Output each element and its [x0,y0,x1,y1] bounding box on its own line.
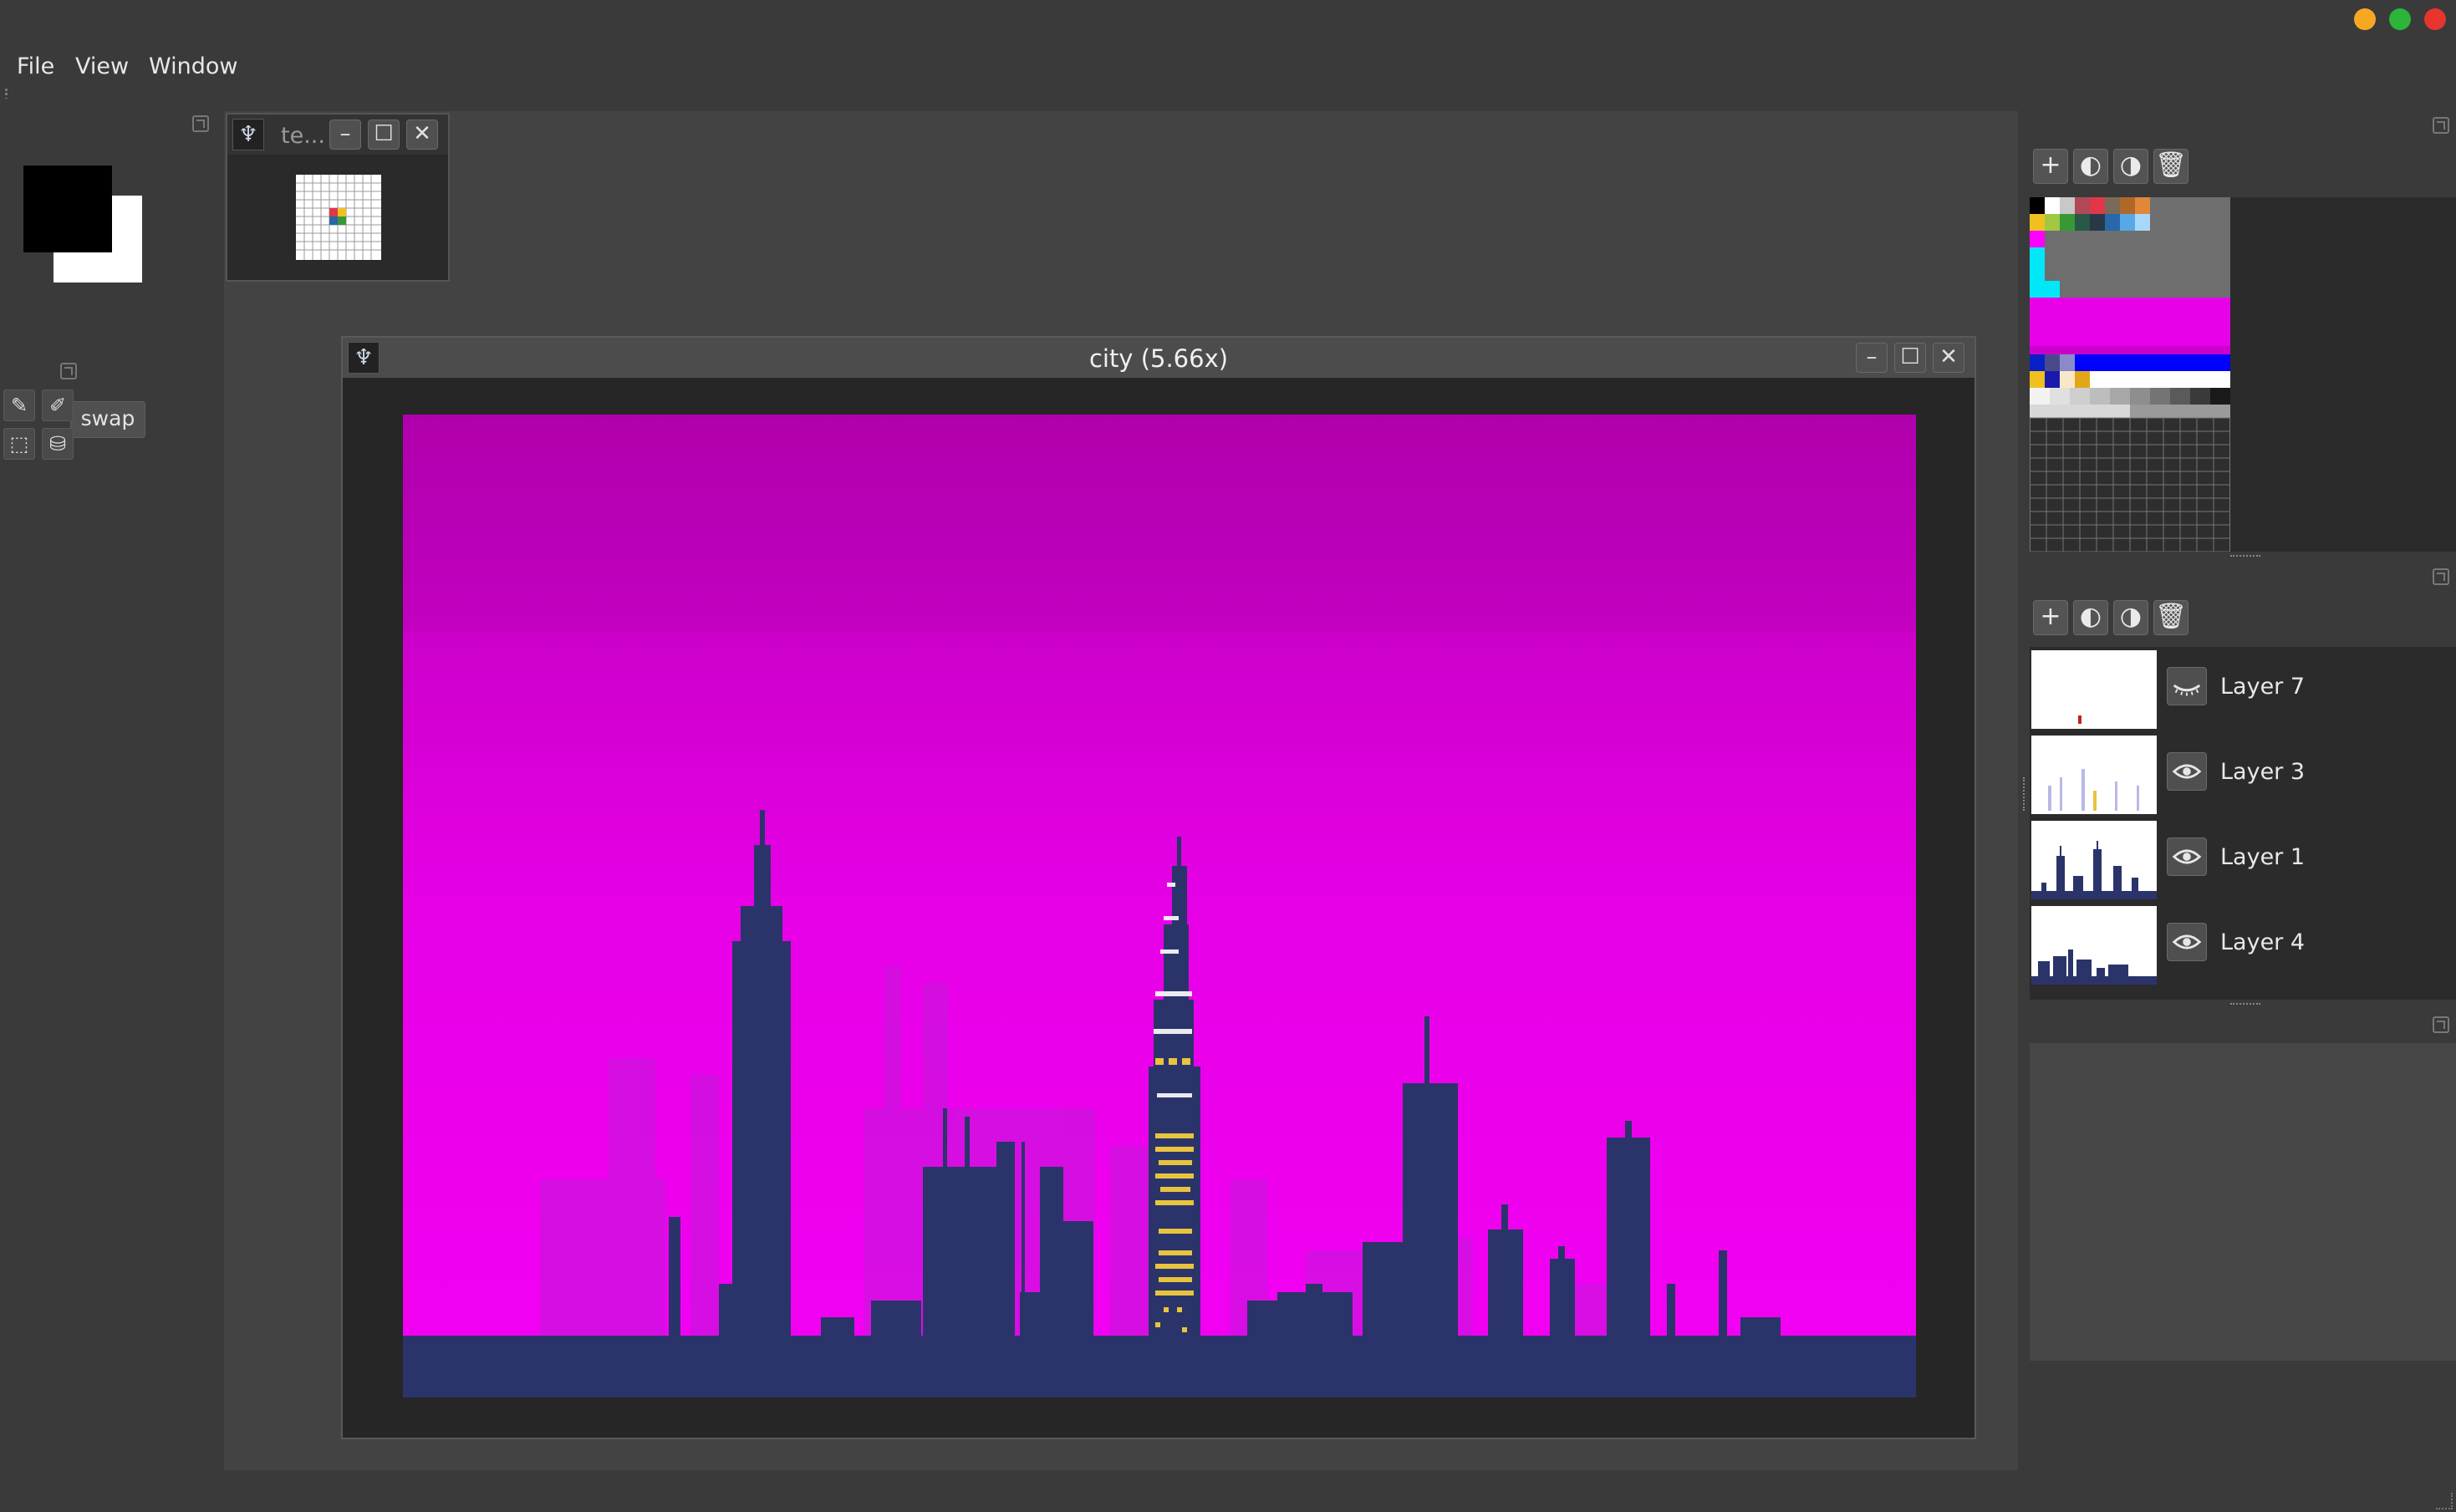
eye-closed-icon[interactable] [2167,667,2207,705]
tools-dock: swap ✎ ✐ ⬚ ⛁ [0,99,219,1511]
layer-thumbnail [2031,906,2157,985]
minimize-window-button[interactable] [2354,8,2376,30]
close-window-button[interactable] [2424,8,2446,30]
dock-float-icon[interactable] [192,115,209,132]
maximize-button[interactable]: ☐ [1894,343,1926,373]
drawing-canvas[interactable] [403,415,1916,1397]
layer-thumbnail [2031,650,2157,729]
layer-name: Layer 3 [2220,759,2306,785]
eye-icon[interactable] [2167,752,2207,791]
layers-list: Layer 7 Layer 3 Layer 1 Layer 4 [2030,647,2456,1000]
eye-icon[interactable] [2167,923,2207,961]
window-resize-grip[interactable] [2436,1493,2453,1509]
close-button[interactable]: ✕ [406,120,438,150]
sprite-thumbnail [296,175,381,260]
layer-thumbnail [2031,821,2157,899]
minimize-button[interactable]: – [1856,343,1888,373]
bucket-icon[interactable]: ⛁ [42,428,74,460]
layer-thumbnail [2031,736,2157,814]
pencil-icon[interactable]: ✎ [3,389,35,421]
city-document-window[interactable]: ♆ city (5.66x) – ☐ ✕ [341,336,1976,1439]
dock-splitter-grip[interactable] [2023,777,2028,811]
eye-icon[interactable] [2167,837,2207,876]
maximize-button[interactable]: ☐ [368,120,400,150]
layer-row[interactable]: Layer 1 [2030,817,2456,903]
foreground-color-swatch[interactable] [23,165,112,252]
menu-window[interactable]: Window [149,53,237,79]
layer-row[interactable]: Layer 4 [2030,903,2456,988]
city-window-titlebar[interactable]: ♆ city (5.66x) – ☐ ✕ [343,338,1974,378]
zoom-window-button[interactable] [2389,8,2411,30]
tool-dock-float-icon[interactable] [60,363,77,379]
menu-file[interactable]: File [17,53,54,79]
menu-bar: File View Window [0,42,2456,94]
close-button[interactable]: ✕ [1933,343,1964,373]
layer-row[interactable]: Layer 3 [2030,732,2456,817]
layer-row[interactable]: Layer 7 [2030,647,2456,732]
city-window-title: city (5.66x) [1088,344,1229,373]
layer-name: Layer 1 [2220,844,2306,870]
layers-float-icon[interactable] [2433,568,2449,585]
palette-delete-button[interactable]: 🗑 [2153,149,2188,184]
sprite-window[interactable]: ♆ te... – ☐ ✕ [226,113,450,282]
palette-import-button[interactable]: ◐ [2073,149,2108,184]
palette-export-button[interactable]: ◑ [2113,149,2148,184]
minimize-button[interactable]: – [329,120,361,150]
menu-view[interactable]: View [75,53,129,79]
layers-resize-grip[interactable] [2230,1003,2260,1008]
palette-add-button[interactable]: + [2033,149,2068,184]
layer-name: Layer 7 [2220,674,2306,700]
app-icon: ♆ [232,119,264,150]
preview-float-icon[interactable] [2433,1016,2449,1033]
sprite-window-titlebar[interactable]: ♆ te... – ☐ ✕ [227,115,448,155]
palette-resize-grip[interactable] [2230,555,2260,560]
layer-name: Layer 4 [2220,929,2306,955]
sprite-window-title: te... [281,123,325,149]
palette-empty-area [2230,197,2456,552]
color-palette[interactable] [2030,197,2230,552]
swap-colors-button[interactable]: swap [70,401,145,438]
palette-float-icon[interactable] [2433,117,2449,134]
select-rect-icon[interactable]: ⬚ [3,428,35,460]
layer-merge-up-button[interactable]: ◑ [2113,600,2148,635]
layer-merge-down-button[interactable]: ◐ [2073,600,2108,635]
preview-panel [2030,1043,2456,1361]
eyedropper-icon[interactable]: ✐ [42,389,74,421]
layer-add-button[interactable]: + [2033,600,2068,635]
layer-delete-button[interactable]: 🗑 [2153,600,2188,635]
